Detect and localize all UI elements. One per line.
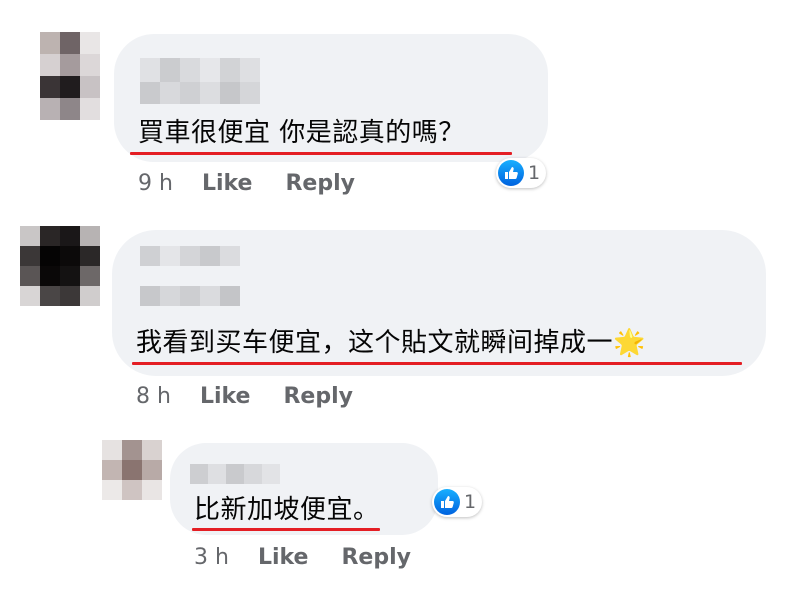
comment-text-body: 我看到买车便宜，这个貼文就瞬间掉成一	[136, 328, 614, 358]
comment-actions: 8 h Like Reply	[136, 383, 353, 411]
comment-timestamp[interactable]: 8 h	[136, 384, 171, 409]
reply-link[interactable]: Reply	[283, 384, 353, 409]
top-edge-fragment	[312, 0, 352, 2]
commenter-avatar[interactable]	[20, 226, 100, 306]
thumbs-up-icon	[498, 160, 524, 186]
pixelated-commenter-name[interactable]	[190, 464, 280, 484]
glowing-star-emoji: 🌟	[613, 328, 646, 358]
reaction-badge[interactable]: 1	[432, 487, 483, 517]
thumbs-up-icon	[434, 489, 460, 515]
comment-timestamp[interactable]: 3 h	[194, 545, 229, 570]
pixelated-commenter-name-line2	[140, 286, 240, 306]
comment-actions: 3 h Like Reply	[194, 544, 411, 572]
comment-actions: 9 h Like Reply	[138, 170, 355, 198]
red-underline	[192, 528, 380, 531]
comment-text: 比新加坡便宜。	[194, 495, 380, 525]
pixelated-commenter-name[interactable]	[140, 246, 240, 266]
pixelated-commenter-name[interactable]	[140, 58, 260, 82]
reaction-count: 1	[464, 491, 477, 513]
reaction-count: 1	[528, 162, 541, 184]
reply-link[interactable]: Reply	[341, 545, 411, 570]
comment-text: 我看到买车便宜，这个貼文就瞬间掉成一🌟	[136, 326, 646, 360]
like-link[interactable]: Like	[258, 545, 309, 570]
commenter-avatar[interactable]	[40, 32, 100, 120]
pixelated-commenter-name-line2	[140, 82, 260, 104]
comment-text: 買車很便宜 你是認真的嗎？	[138, 118, 465, 148]
red-underline	[130, 152, 512, 155]
red-underline	[132, 362, 742, 365]
reply-link[interactable]: Reply	[285, 171, 355, 196]
reaction-badge[interactable]: 1	[496, 158, 547, 188]
like-link[interactable]: Like	[200, 384, 251, 409]
commenter-avatar[interactable]	[102, 440, 162, 500]
like-link[interactable]: Like	[202, 171, 253, 196]
comment-timestamp[interactable]: 9 h	[138, 171, 173, 196]
